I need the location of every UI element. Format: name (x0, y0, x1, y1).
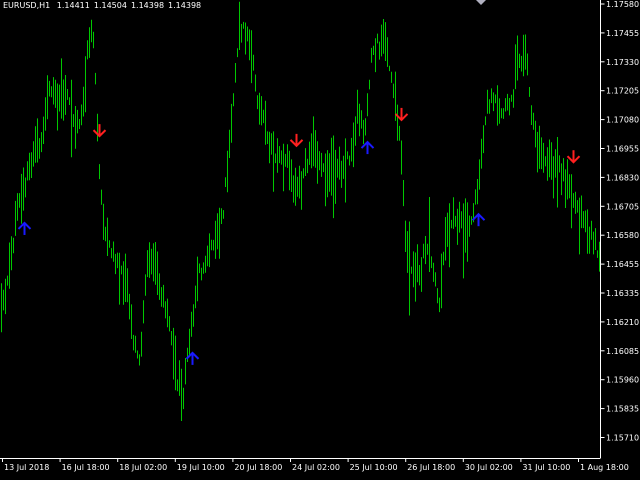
price-tick-label: 1.16955 (606, 145, 639, 154)
chart-shift-marker-icon[interactable] (476, 0, 486, 5)
time-tick-label: 20 Jul 18:00 (234, 463, 282, 472)
chart-window[interactable]: EURUSD,H1 1.14411 1.14504 1.14398 1.14398 1… (0, 0, 640, 480)
price-bars (1, 1, 600, 421)
price-tick-label: 1.16580 (606, 231, 639, 240)
time-axis[interactable]: 13 Jul 2018 16 Jul 18:00 18 Jul 02:00 19 Ju… (0, 458, 629, 472)
time-tick-label: 31 Jul 10:00 (522, 463, 570, 472)
time-tick-label: 25 Jul 10:00 (350, 463, 398, 472)
price-tick-label: 1.17580 (606, 0, 639, 9)
time-tick-label: 26 Jul 18:00 (407, 463, 455, 472)
time-tick-label: 1 Aug 18:00 (580, 463, 629, 472)
price-tick-label: 1.17330 (606, 58, 639, 67)
sell-arrow-icon (92, 124, 107, 138)
price-tick-label: 1.16455 (606, 260, 639, 269)
price-tick-label: 1.17455 (606, 29, 639, 38)
price-tick-label: 1.16830 (606, 173, 639, 182)
time-tick-label: 16 Jul 18:00 (62, 463, 110, 472)
price-axis[interactable]: 1.17580 1.17455 1.17330 1.17205 1.17080 1.169… (600, 0, 640, 458)
price-tick-label: 1.15960 (606, 376, 639, 385)
price-tick-label: 1.17080 (606, 116, 639, 125)
sell-arrow-icon (566, 150, 581, 164)
buy-arrow-icon (17, 221, 32, 235)
time-tick-label: 18 Jul 02:00 (119, 463, 167, 472)
price-tick-label: 1.16210 (606, 318, 639, 327)
time-tick-label: 30 Jul 02:00 (465, 463, 513, 472)
time-tick-label: 13 Jul 2018 (4, 463, 49, 472)
buy-arrow-icon (471, 212, 486, 227)
price-tick-label: 1.15835 (606, 405, 639, 414)
time-tick-label: 19 Jul 10:00 (177, 463, 225, 472)
price-tick-label: 1.16335 (606, 289, 639, 298)
price-tick-label: 1.17205 (606, 87, 639, 96)
time-tick-label: 24 Jul 02:00 (292, 463, 340, 472)
buy-arrow-icon (185, 351, 200, 365)
chart-shift-marker[interactable] (476, 0, 486, 5)
sell-arrow-icon (289, 133, 304, 148)
signal-arrows (17, 107, 581, 365)
price-tick-label: 1.15710 (606, 434, 639, 443)
price-tick-label: 1.16085 (606, 347, 639, 356)
price-tick-label: 1.16705 (606, 202, 639, 211)
price-chart[interactable]: 1.17580 1.17455 1.17330 1.17205 1.17080 1.169… (0, 0, 640, 480)
